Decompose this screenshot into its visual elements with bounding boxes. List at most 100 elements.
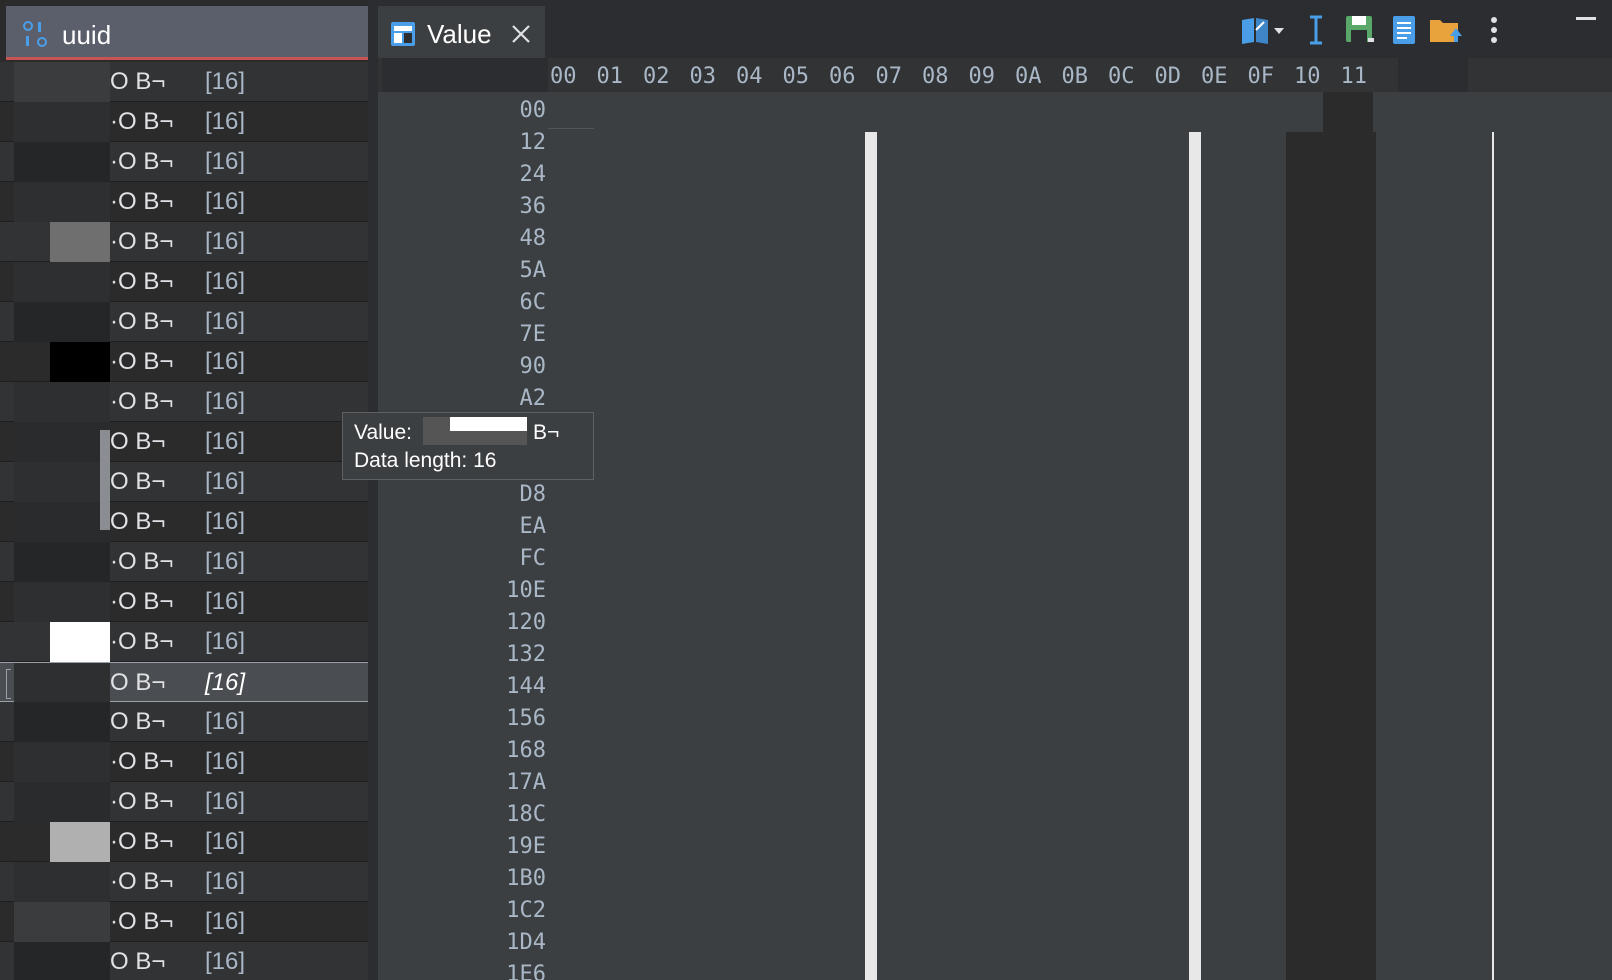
more-options-button[interactable] [1484,14,1504,46]
text-mode-button[interactable] [1300,14,1332,46]
row-separator [548,128,594,129]
document-icon [1393,16,1415,44]
value-row[interactable]: ·O B¬ [16] [0,622,368,670]
value-row[interactable]: O B¬ [16] [0,422,368,462]
data-dark-band-top [1323,92,1373,132]
hex-column-label: 10 [1294,64,1321,89]
value-row[interactable]: ·O B¬ [16] [0,302,368,342]
row-value: ·O B¬ [110,588,174,615]
row-length: [16] [205,908,246,935]
offset-label: 144 [506,674,546,699]
value-preview-thumb [14,582,110,622]
left-scroll-indicator[interactable] [100,430,110,530]
value-row[interactable]: ·O B¬ [16] [0,102,368,142]
value-preview-thumb [14,422,110,462]
row-value: ·O B¬ [110,388,174,415]
value-preview-thumb [14,62,110,102]
row-length: [16] [205,788,246,815]
value-row[interactable]: ·O B¬ [16] [0,342,368,390]
hex-column-label: 08 [922,64,949,89]
offset-label: 1D4 [506,930,546,955]
attribute-icon [23,21,47,47]
value-preview-thumb [14,742,110,782]
value-row[interactable]: ·O B¬ [16] [0,782,368,822]
value-panel-icon [391,22,415,46]
offset-label: 36 [519,194,547,219]
hex-column-label: 11 [1340,64,1368,89]
row-value: O B¬ [110,669,166,696]
panel-splitter[interactable] [368,0,378,980]
value-row[interactable]: ·O B¬ [16] [0,382,368,422]
value-row[interactable]: O B¬ [16] [0,942,368,980]
row-value: ·O B¬ [110,348,174,375]
hex-column-header: 00 01 02 03 04 05 06 07 08 09 0A 0B 0C 0D 0E 0F 10 11 [378,58,1612,92]
value-row[interactable]: ·O B¬ [16] [0,142,368,182]
value-preview-thumb [14,382,110,422]
offset-label: 6C [519,290,547,315]
value-row[interactable]: O B¬ [16] [0,662,368,703]
hex-column-label: 09 [968,64,996,89]
minimize-button[interactable] [1574,6,1598,30]
hex-column-label: 0F [1247,64,1275,89]
offset-label: 17A [506,770,546,795]
tooltip-value-label: Value: [354,421,412,444]
offset-label: 1C2 [506,898,546,923]
offset-label: A2 [519,386,547,411]
value-row[interactable]: O B¬ [16] [0,62,368,102]
offset-label: 156 [506,706,546,731]
tooltip-value-redacted-highlight [450,417,527,431]
row-length: [16] [205,268,246,295]
value-row[interactable]: O B¬ [16] [0,462,368,502]
row-value: ·O B¬ [110,828,174,855]
results-column-panel: uuid O B¬ [16] ·O B¬ [16] ·O B¬ [16] ·O B¬ [16]… [0,0,370,980]
value-preview-thumb [14,862,110,902]
value-preview-thumb [14,142,110,182]
row-length: [16] [205,868,246,895]
tooltip-length: Data length: 16 [354,449,497,472]
row-length: [16] [205,148,246,175]
value-row[interactable]: ·O B¬ [16] [0,582,368,622]
hex-column-label: 02 [643,64,670,89]
offset-label: 7E [519,322,547,347]
hex-column-label: 03 [689,64,717,89]
row-length: [16] [205,588,246,615]
row-value: ·O B¬ [110,548,174,575]
value-row[interactable]: ·O B¬ [16] [0,222,368,270]
value-preview-thumb [14,182,110,222]
value-row[interactable]: ·O B¬ [16] [0,262,368,302]
tooltip-value-suffix: B¬ [533,421,560,444]
value-preview-thumb [14,542,110,582]
column-header-uuid[interactable]: uuid [6,6,368,60]
row-value: ·O B¬ [110,268,174,295]
value-viewer-panel: Value 00 01 02 03 04 05 06 07 08 09 0A 0… [378,0,1612,980]
value-row[interactable]: ·O B¬ [16] [0,902,368,942]
minimize-icon [1576,17,1596,20]
value-row[interactable]: O B¬ [16] [0,702,368,742]
row-value: ·O B¬ [110,868,174,895]
row-value: ·O B¬ [110,228,174,255]
data-column-line [1492,132,1494,980]
value-row[interactable]: ·O B¬ [16] [0,822,368,870]
row-value: O B¬ [110,508,166,535]
offset-label: EA [519,514,547,539]
value-row[interactable]: ·O B¬ [16] [0,862,368,902]
row-length: [16] [205,308,246,335]
load-from-file-button[interactable] [1428,14,1464,46]
content-viewer-button[interactable] [1240,14,1286,46]
tab-value[interactable]: Value [378,6,545,58]
hex-data-area[interactable] [548,92,1612,980]
row-value: ·O B¬ [110,188,174,215]
value-row[interactable]: ·O B¬ [16] [0,542,368,582]
row-length: [16] [205,388,246,415]
open-in-editor-button[interactable] [1388,14,1420,46]
hex-column-label: 0C [1108,64,1135,89]
value-row[interactable]: O B¬ [16] [0,502,368,542]
row-value: ·O B¬ [110,748,174,775]
offset-label: 90 [519,354,547,379]
value-preview-thumb [14,262,110,302]
close-icon[interactable] [510,23,532,45]
value-row[interactable]: ·O B¬ [16] [0,182,368,222]
value-preview-thumb [14,102,110,142]
value-row[interactable]: ·O B¬ [16] [0,742,368,782]
save-button[interactable] [1344,14,1376,46]
